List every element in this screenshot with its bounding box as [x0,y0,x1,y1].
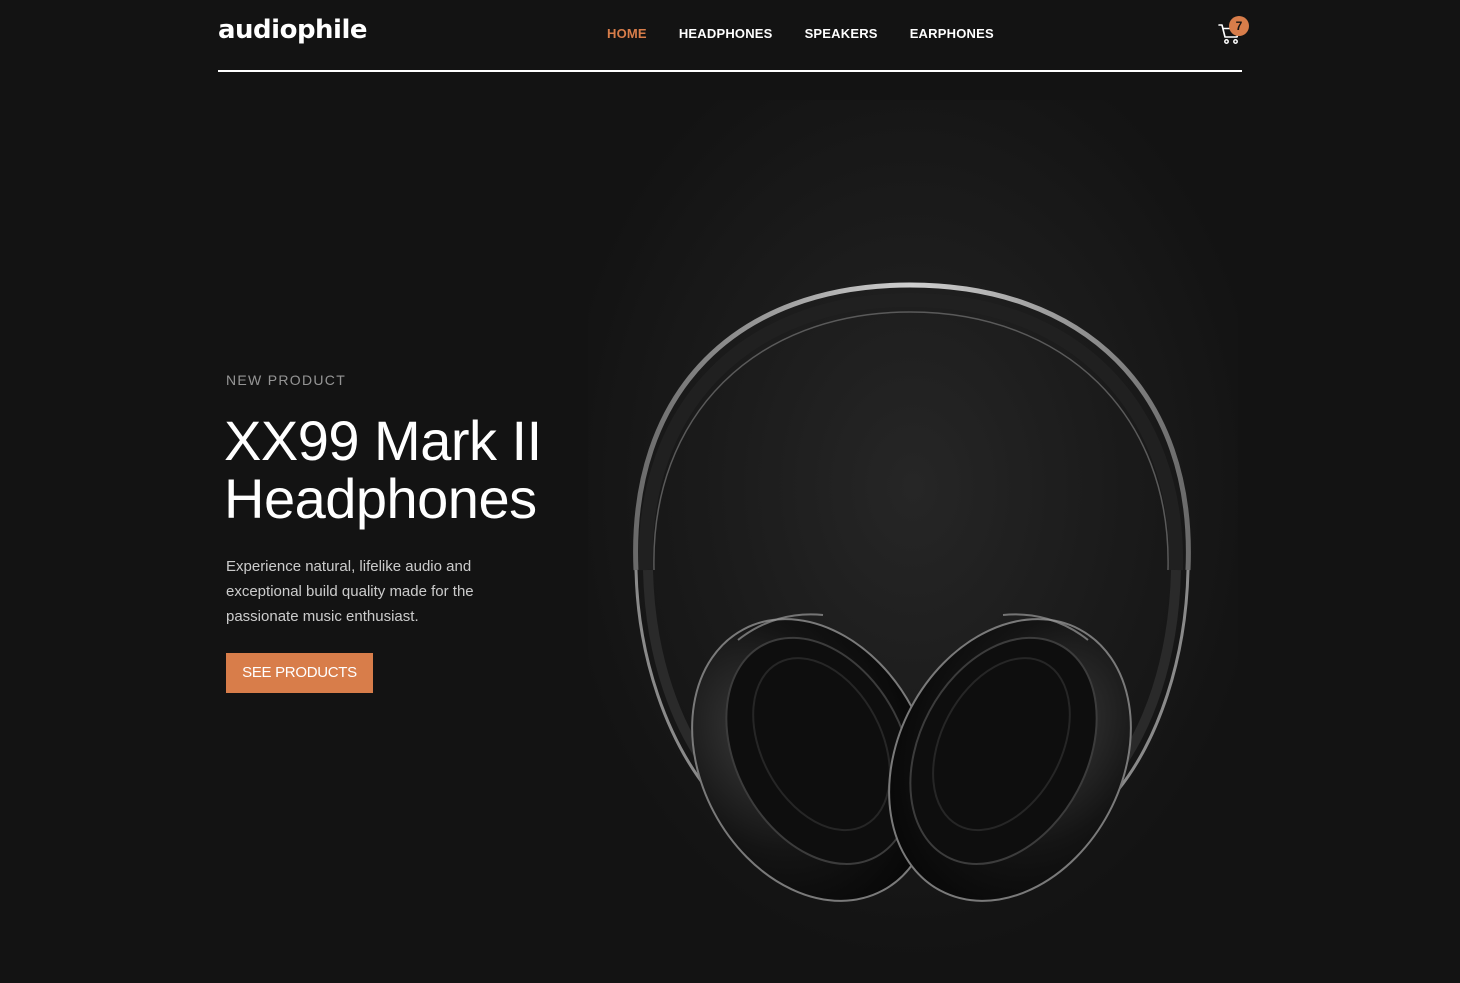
page: audiophile HOME HEADPHONES SPEAKERS EARP… [0,0,1460,983]
hero-title: XX99 Mark II Headphones [224,412,584,528]
hero-description: Experience natural, lifelike audio and e… [226,558,474,625]
hero-title-line-2: Headphones [224,467,537,530]
nav-item-earphones[interactable]: EARPHONES [910,26,994,41]
logo[interactable]: audiophile [218,15,368,45]
header-divider [218,70,1242,72]
hero-overline: NEW PRODUCT [226,372,347,388]
nav-item-home[interactable]: HOME [607,26,647,41]
see-products-button[interactable]: SEE PRODUCTS [226,653,373,693]
nav-item-headphones[interactable]: HEADPHONES [679,26,773,41]
hero-title-line-1: XX99 Mark II [224,409,542,472]
cart-count-badge: 7 [1229,16,1249,36]
nav-item-speakers[interactable]: SPEAKERS [805,26,878,41]
main-nav: HOME HEADPHONES SPEAKERS EARPHONES [607,26,1026,41]
headphones-image [588,100,1238,960]
site-header: audiophile HOME HEADPHONES SPEAKERS EARP… [0,0,1460,70]
